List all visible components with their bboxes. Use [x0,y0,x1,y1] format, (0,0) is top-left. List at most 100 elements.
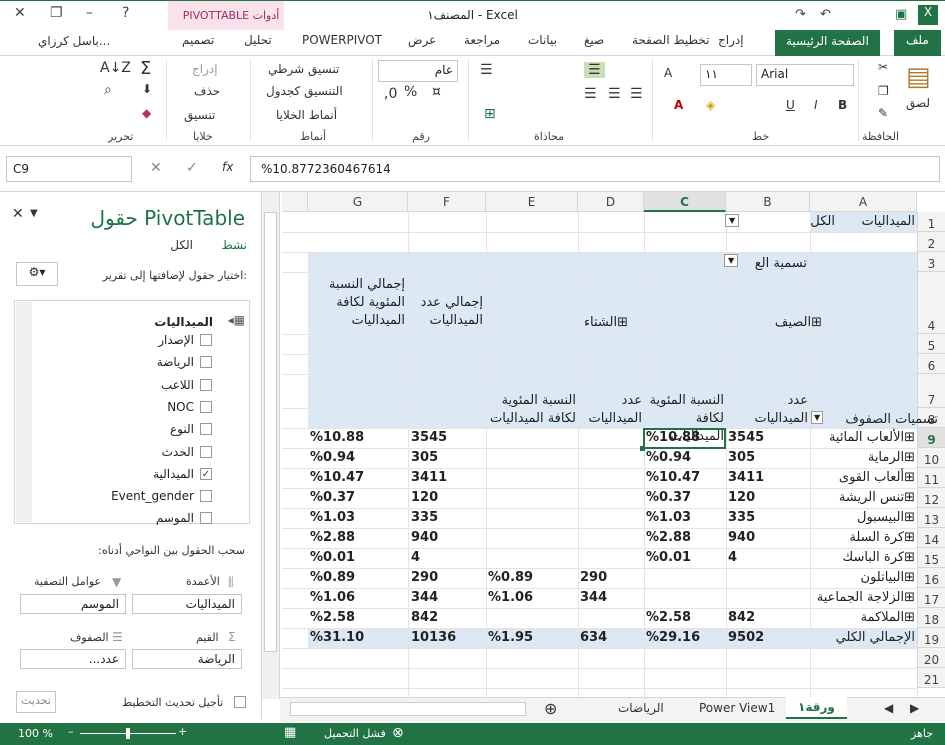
selected-cell[interactable] [643,428,726,449]
winter-pct[interactable]: %1.06 [488,590,533,605]
total-count[interactable]: 842 [411,610,438,625]
enter-icon[interactable]: ✓ [186,160,198,176]
summer-count[interactable]: 305 [728,450,755,465]
column-header[interactable]: G [308,192,408,212]
table-name[interactable]: الميداليات [154,315,213,329]
summer-count[interactable]: 3411 [728,470,764,485]
chevron-down-icon[interactable]: ▼ [30,208,38,219]
total-count[interactable]: 335 [411,510,438,525]
percent-icon[interactable]: % [404,84,417,100]
total-count[interactable]: 3545 [411,430,447,445]
tab-design[interactable]: تصميم [182,33,214,47]
row-header[interactable]: 13 [917,508,945,528]
summer-count[interactable]: 4 [728,550,737,565]
merge-icon[interactable]: ⊞ [484,106,496,122]
field-item[interactable]: الحدث [162,445,194,459]
tab-file[interactable]: ملف [894,30,941,56]
format-cells-button[interactable]: تنسيق [184,108,215,122]
summer-pct[interactable]: %10.47 [646,470,700,485]
zoom-slider-handle[interactable] [126,728,130,739]
tab-home[interactable]: الصفحة الرئيسية [775,30,880,56]
row-header[interactable]: 10 [917,448,945,468]
paste-icon[interactable]: ▤ [906,62,931,92]
dropdown-icon[interactable]: ▼ [724,254,739,267]
row-header[interactable]: 9 [917,428,945,448]
total-pct[interactable]: %2.58 [310,610,355,625]
field-item[interactable]: الميدالية [153,467,194,481]
insert-cells-button[interactable]: إدراج [192,62,218,76]
summer-pct[interactable]: %0.94 [646,450,691,465]
tab-view[interactable]: عرض [408,33,436,47]
find-icon[interactable]: ⌕ [104,82,112,98]
total-count[interactable]: 3411 [411,470,447,485]
summer-count[interactable]: 9502 [728,630,764,645]
normal-view-icon[interactable]: ▦ [284,725,296,740]
total-pct[interactable]: %0.01 [310,550,355,565]
zoom-level[interactable]: 100 % [18,727,53,740]
underline-icon[interactable]: U [786,98,795,112]
row-label[interactable]: ⊞كرة الباسك [842,550,915,565]
total-count[interactable]: 4 [411,550,420,565]
row-header[interactable]: 21 [917,668,945,688]
tab-insert[interactable]: إدراج [718,33,744,47]
row-header[interactable]: 11 [917,468,945,488]
paste-button[interactable]: لصق [906,96,930,110]
field-item[interactable]: Event_gender [111,489,194,503]
row-header[interactable]: 19 [917,628,945,648]
field-item[interactable]: النوع [170,422,194,436]
field-checkbox[interactable] [200,334,212,346]
row-header[interactable]: 3 [917,252,945,272]
summer-count[interactable]: 120 [728,490,755,505]
tab-formulas[interactable]: صيغ [584,33,604,47]
font-color-icon[interactable]: A [674,98,683,112]
prev-sheet-icon[interactable]: ◀ [884,701,893,715]
horizontal-scrollbar[interactable] [290,702,526,716]
row-header[interactable]: 1 [917,212,945,232]
row-header[interactable]: 18 [917,608,945,628]
winter-pct[interactable]: %1.95 [488,630,533,645]
column-header[interactable]: A [810,192,917,212]
field-item[interactable]: الإصدار [158,333,194,347]
winter-pct[interactable]: %0.89 [488,570,533,585]
dropdown-icon[interactable]: ▼ [725,214,740,227]
close-icon[interactable]: ✕ [14,5,26,21]
row-header[interactable]: 5 [917,334,945,354]
sort-icon[interactable]: A↓Z [100,60,131,76]
fill-color-icon[interactable]: ◈ [706,98,715,112]
decimal-icon[interactable]: ,0 [384,86,397,102]
summer-count[interactable]: 940 [728,530,755,545]
conditional-format-button[interactable]: تنسيق شرطي [268,62,339,76]
column-header[interactable]: F [408,192,486,212]
row-header[interactable]: 4 [917,272,945,334]
maximize-icon[interactable]: ❐ [50,5,63,21]
tab-page-layout[interactable]: تخطيط الصفحة [632,33,709,47]
tab-all[interactable]: الكل [170,238,193,252]
summer-pct[interactable]: %2.88 [646,530,691,545]
total-pct[interactable]: %31.10 [310,630,364,645]
format-painter-icon[interactable]: ✎ [878,106,888,120]
copy-icon[interactable]: ❐ [878,84,889,98]
rows-field-dropdown[interactable]: الرياضة [132,649,242,669]
field-item[interactable]: الرياضة [157,355,194,369]
gear-icon[interactable]: ⚙▾ [16,262,58,286]
close-icon[interactable]: ✕ [12,206,24,222]
total-pct[interactable]: %0.94 [310,450,355,465]
tab-powerpivot[interactable]: POWERPIVOT [302,33,382,47]
tab-analyze[interactable]: تحليل [244,33,272,47]
column-header[interactable]: B [726,192,810,212]
total-pct[interactable]: %0.37 [310,490,355,505]
summer-pct[interactable]: %29.16 [646,630,700,645]
summer-pct[interactable]: %0.01 [646,550,691,565]
row-header[interactable]: 20 [917,648,945,668]
sheet-tab-sheet1[interactable]: ورقة١ [786,697,847,719]
vertical-scrollbar[interactable] [262,192,280,699]
grow-font-icon[interactable]: A [664,66,672,80]
formula-input[interactable]: %10.8772360467614 [250,156,940,182]
row-header[interactable]: 12 [917,488,945,508]
field-checkbox[interactable] [200,446,212,458]
row-label[interactable]: ⊞البياتلون [861,570,915,585]
align-left-icon[interactable]: ☰ [630,86,643,102]
clear-icon[interactable]: ◆ [142,106,151,120]
filter-value[interactable]: الكل [810,214,835,229]
cell-styles-button[interactable]: أنماط الخلايا [276,108,337,122]
